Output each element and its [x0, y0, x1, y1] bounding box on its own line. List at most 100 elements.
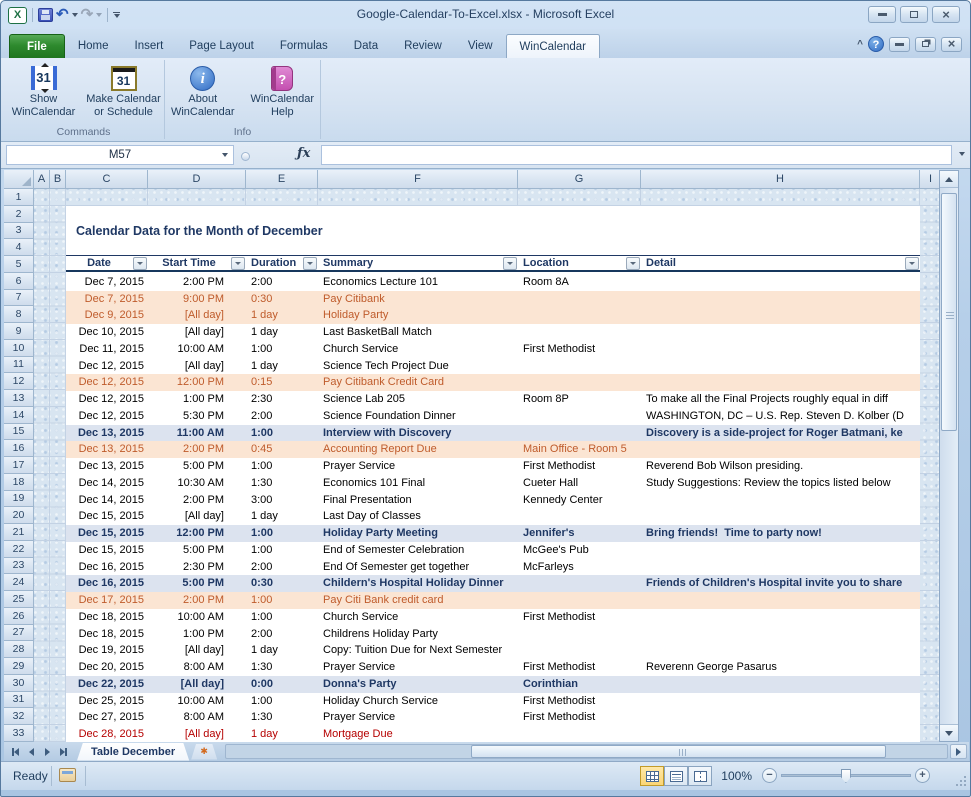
cell-date[interactable]: Dec 18, 2015 — [66, 609, 148, 626]
row-header-30[interactable]: 30 — [4, 675, 34, 692]
cell-start[interactable]: [All day] — [148, 324, 246, 341]
cell-dur[interactable]: 0:15 — [246, 374, 318, 391]
cell-date[interactable]: Dec 14, 2015 — [66, 492, 148, 509]
cell-start[interactable]: [All day] — [148, 726, 246, 742]
column-header-I[interactable]: I — [920, 170, 939, 189]
vertical-scroll-thumb[interactable] — [941, 193, 957, 431]
cell-dur[interactable]: 1:00 — [246, 609, 318, 626]
cell-start[interactable]: [All day] — [148, 508, 246, 525]
cell-detail[interactable] — [641, 341, 920, 358]
row-header-19[interactable]: 19 — [4, 491, 34, 508]
cell-loc[interactable]: First Methodist — [518, 659, 641, 676]
cell-summary[interactable]: Science Lab 205 — [318, 391, 518, 408]
cell-detail[interactable] — [641, 592, 920, 609]
row-header-9[interactable]: 9 — [4, 323, 34, 340]
scroll-up-button[interactable] — [940, 171, 958, 188]
table-row[interactable]: Dec 27, 20158:00 AM1:30Prayer ServiceFir… — [66, 709, 920, 726]
row-header-10[interactable]: 10 — [4, 340, 34, 357]
cell-detail[interactable] — [641, 626, 920, 643]
cell-loc[interactable] — [518, 307, 641, 324]
formula-input[interactable] — [321, 145, 952, 165]
cell-summary[interactable]: Childrens Holiday Party — [318, 626, 518, 643]
cell-loc[interactable]: Room 8A — [518, 274, 641, 291]
cell-start[interactable]: [All day] — [148, 642, 246, 659]
cell-summary[interactable]: Church Service — [318, 609, 518, 626]
column-header-D[interactable]: D — [148, 170, 246, 189]
table-row[interactable]: Dec 13, 201511:00 AM1:00Interview with D… — [66, 425, 920, 442]
cell-detail[interactable] — [641, 559, 920, 576]
table-row[interactable]: Dec 28, 2015[All day]1 dayMortgage Due — [66, 726, 920, 742]
cell-dur[interactable]: 1:00 — [246, 592, 318, 609]
sheet-body[interactable]: Calendar Data for the Month of December … — [4, 189, 939, 742]
cell-date[interactable]: Dec 27, 2015 — [66, 709, 148, 726]
first-sheet-button[interactable] — [8, 744, 23, 759]
cell-dur[interactable]: 1 day — [246, 642, 318, 659]
table-row[interactable]: Dec 13, 20155:00 PM1:00Prayer ServiceFir… — [66, 458, 920, 475]
table-row[interactable]: Dec 22, 2015[All day]0:00Donna's PartyCo… — [66, 676, 920, 693]
cell-summary[interactable]: Pay Citibank — [318, 291, 518, 308]
row-header-21[interactable]: 21 — [4, 524, 34, 541]
cell-date[interactable]: Dec 12, 2015 — [66, 358, 148, 375]
row-header-6[interactable]: 6 — [4, 273, 34, 290]
cell-start[interactable]: 5:00 PM — [148, 542, 246, 559]
cell-start[interactable]: 10:00 AM — [148, 609, 246, 626]
row-header-32[interactable]: 32 — [4, 708, 34, 725]
row-header-11[interactable]: 11 — [4, 357, 34, 374]
cell-loc[interactable] — [518, 726, 641, 742]
cell-loc[interactable]: Main Office - Room 5 — [518, 441, 641, 458]
cell-loc[interactable] — [518, 358, 641, 375]
cell-loc[interactable]: Room 8P — [518, 391, 641, 408]
about-wincalendar-button[interactable]: i AboutWinCalendar — [165, 62, 241, 124]
row-header-12[interactable]: 12 — [4, 373, 34, 390]
cell-start[interactable]: 8:00 AM — [148, 709, 246, 726]
cell-loc[interactable] — [518, 374, 641, 391]
cell-detail[interactable] — [641, 374, 920, 391]
cell-start[interactable]: 2:00 PM — [148, 274, 246, 291]
cell-dur[interactable]: 2:00 — [246, 408, 318, 425]
restore-button[interactable] — [900, 6, 928, 23]
cell-summary[interactable]: Holiday Party — [318, 307, 518, 324]
scroll-down-button[interactable] — [940, 724, 958, 741]
table-row[interactable]: Dec 12, 2015[All day]1 dayScience Tech P… — [66, 358, 920, 375]
row-header-4[interactable]: 4 — [4, 239, 34, 256]
cell-start[interactable]: 5:00 PM — [148, 458, 246, 475]
cell-date[interactable]: Dec 13, 2015 — [66, 441, 148, 458]
cell-start[interactable]: [All day] — [148, 676, 246, 693]
workbook-close-button[interactable]: × — [941, 37, 962, 52]
cell-date[interactable]: Dec 15, 2015 — [66, 525, 148, 542]
collapse-ribbon-icon[interactable]: ^ — [857, 39, 863, 50]
row-header-13[interactable]: 13 — [4, 390, 34, 407]
row-header-27[interactable]: 27 — [4, 625, 34, 642]
cell-dur[interactable]: 3:00 — [246, 492, 318, 509]
cell-date[interactable]: Dec 15, 2015 — [66, 508, 148, 525]
cell-detail[interactable] — [641, 274, 920, 291]
select-all-corner[interactable] — [4, 170, 34, 189]
cell-dur[interactable]: 1:00 — [246, 458, 318, 475]
cell-loc[interactable]: Jennifer's — [518, 525, 641, 542]
zoom-track[interactable] — [781, 774, 911, 777]
column-header-C[interactable]: C — [66, 170, 148, 189]
cell-summary[interactable]: Childern's Hospital Holiday Dinner — [318, 575, 518, 592]
table-row[interactable]: Dec 20, 20158:00 AM1:30Prayer ServiceFir… — [66, 659, 920, 676]
cell-date[interactable]: Dec 13, 2015 — [66, 425, 148, 442]
cell-summary[interactable]: Science Foundation Dinner — [318, 408, 518, 425]
cell-date[interactable]: Dec 16, 2015 — [66, 559, 148, 576]
row-header-17[interactable]: 17 — [4, 457, 34, 474]
wincalendar-help-button[interactable]: ? WinCalendarHelp — [245, 62, 321, 124]
cell-loc[interactable] — [518, 592, 641, 609]
title-bar[interactable]: X ↶ ↷ Google-Calendar-To-Excel.xlsx - Mi… — [1, 1, 970, 29]
ribbon-tab-page-layout[interactable]: Page Layout — [176, 34, 267, 58]
cell-detail[interactable]: Friends of Children's Hospital invite yo… — [641, 575, 920, 592]
table-row[interactable]: Dec 12, 20155:30 PM2:00Science Foundatio… — [66, 408, 920, 425]
column-header-A[interactable]: A — [34, 170, 50, 189]
cell-date[interactable]: Dec 16, 2015 — [66, 575, 148, 592]
cell-start[interactable]: 1:00 PM — [148, 626, 246, 643]
cell-start[interactable]: 10:00 AM — [148, 693, 246, 710]
make-calendar-button[interactable]: 31 Make Calendaror Schedule — [86, 62, 162, 124]
cell-dur[interactable]: 1 day — [246, 307, 318, 324]
page-layout-view-button[interactable] — [664, 766, 688, 786]
filter-button-detail[interactable] — [905, 257, 919, 270]
row-header-14[interactable]: 14 — [4, 407, 34, 424]
cell-date[interactable]: Dec 25, 2015 — [66, 693, 148, 710]
workbook-minimize-button[interactable] — [889, 37, 910, 52]
